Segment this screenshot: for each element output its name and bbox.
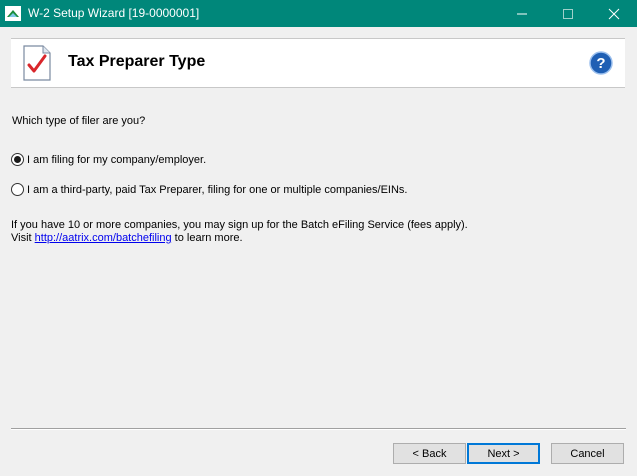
learn-more-text: to learn more. [171, 232, 243, 244]
maximize-button[interactable] [545, 0, 591, 27]
window-title: W-2 Setup Wizard [19-0000001] [28, 6, 200, 20]
svg-text:?: ? [596, 55, 605, 72]
close-button[interactable] [591, 0, 637, 27]
maximize-icon [563, 9, 573, 19]
next-button[interactable]: Next > [467, 443, 540, 464]
batch-efiling-info: If you have 10 or more companies, you ma… [11, 219, 468, 245]
batch-efiling-link[interactable]: http://aatrix.com/batchefiling [35, 232, 172, 244]
option-third-party-preparer[interactable]: I am a third-party, paid Tax Preparer, f… [11, 183, 408, 196]
close-icon [608, 8, 620, 20]
option-label: I am filing for my company/employer. [27, 153, 207, 166]
radio-button-selected[interactable] [11, 153, 24, 166]
back-button[interactable]: < Back [393, 443, 466, 464]
wizard-header: Tax Preparer Type ? [11, 38, 625, 88]
title-bar[interactable]: W-2 Setup Wizard [19-0000001] [0, 0, 637, 27]
visit-text: Visit [11, 232, 35, 244]
checklist-document-icon [23, 45, 51, 81]
dialog-body [0, 27, 637, 476]
footer-divider [11, 428, 626, 430]
radio-button[interactable] [11, 183, 24, 196]
info-line: If you have 10 or more companies, you ma… [11, 219, 468, 231]
info-line-visit: Visit http://aatrix.com/batchefiling to … [11, 232, 468, 245]
cancel-button[interactable]: Cancel [551, 443, 624, 464]
option-label: I am a third-party, paid Tax Preparer, f… [27, 183, 408, 196]
help-icon[interactable]: ? [589, 51, 613, 75]
option-company-employer[interactable]: I am filing for my company/employer. [11, 153, 206, 166]
minimize-button[interactable] [499, 0, 545, 27]
minimize-icon [517, 13, 527, 15]
app-icon [5, 6, 21, 21]
filer-question: Which type of filer are you? [12, 115, 146, 127]
page-title: Tax Preparer Type [68, 53, 206, 70]
